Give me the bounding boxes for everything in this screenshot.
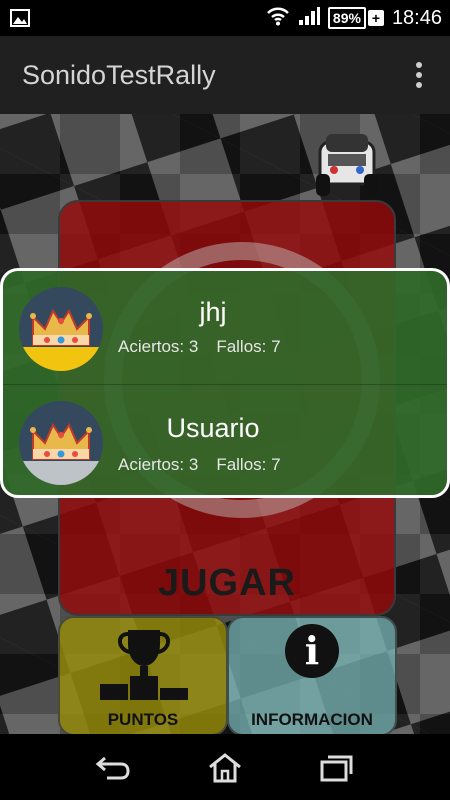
back-icon[interactable]: [95, 752, 131, 784]
overflow-menu-icon[interactable]: [416, 62, 424, 92]
user-stats: Aciertos: 3 Fallos: 7: [118, 337, 281, 357]
crown-icon: [19, 287, 103, 371]
app-title: SonidoTestRally: [22, 60, 216, 90]
rally-car-icon: [312, 124, 382, 204]
aciertos-count: Aciertos: 3: [118, 455, 199, 474]
battery-icon: 89% +: [327, 7, 384, 29]
trophy-icon: [98, 626, 190, 709]
wifi-icon: [266, 6, 290, 31]
charging-indicator: +: [367, 10, 384, 26]
image-notification-icon: [10, 8, 30, 33]
user-name: Usuario: [166, 413, 260, 443]
user-list-dialog: jhj Aciertos: 3 Fallos: 7 Usuario Aciert…: [0, 268, 450, 498]
user-list-item[interactable]: jhj Aciertos: 3 Fallos: 7: [3, 271, 447, 383]
puntos-button[interactable]: PUNTOS: [58, 616, 228, 734]
puntos-label: PUNTOS: [107, 710, 179, 729]
action-bar: SonidoTestRally: [0, 36, 450, 114]
user-name: jhj: [199, 297, 227, 327]
home-icon[interactable]: [207, 752, 243, 784]
signal-icon: [298, 6, 320, 31]
user-stats: Aciertos: 3 Fallos: 7: [118, 455, 281, 475]
info-icon: i: [285, 624, 339, 678]
user-list-item[interactable]: Usuario Aciertos: 3 Fallos: 7: [3, 384, 447, 495]
battery-percent: 89%: [327, 7, 366, 29]
clock: 18:46: [391, 6, 442, 29]
aciertos-count: Aciertos: 3: [118, 337, 199, 356]
fallos-count: Fallos: 7: [216, 337, 281, 356]
status-bar: 89% + 18:46: [0, 0, 450, 36]
fallos-count: Fallos: 7: [216, 455, 281, 474]
crown-icon: [19, 401, 103, 485]
informacion-label: INFORMACION: [251, 710, 373, 729]
play-label: JUGAR: [157, 562, 297, 604]
recent-apps-icon[interactable]: [318, 752, 354, 784]
informacion-button[interactable]: i INFORMACION: [227, 616, 397, 734]
navigation-bar: [0, 734, 450, 800]
user-list: jhj Aciertos: 3 Fallos: 7 Usuario Aciert…: [0, 268, 450, 498]
